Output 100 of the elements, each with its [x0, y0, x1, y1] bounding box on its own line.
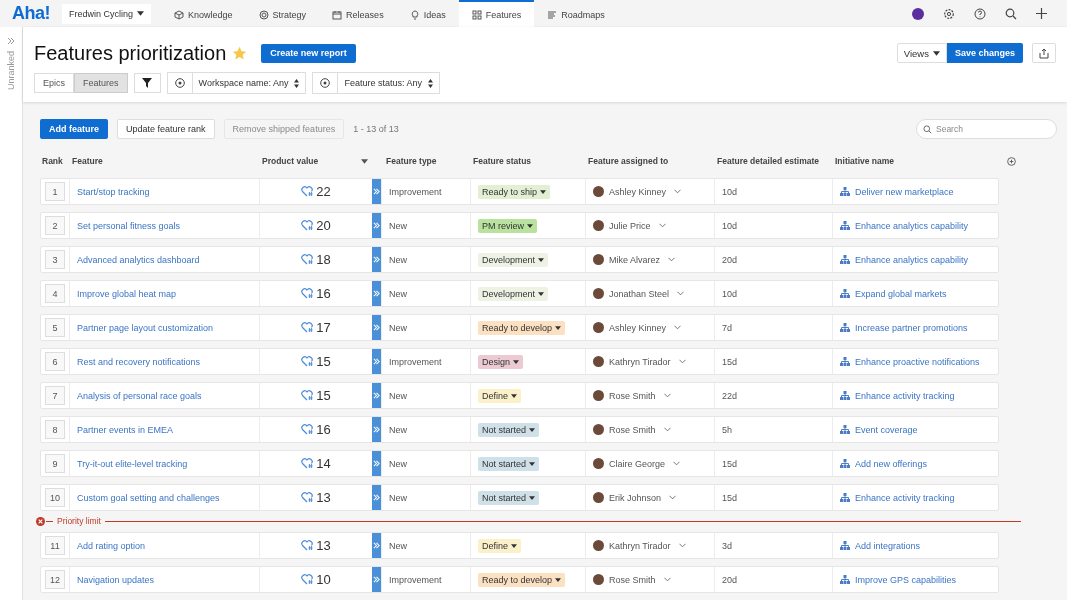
- expand-handle[interactable]: [372, 417, 381, 442]
- status-dropdown[interactable]: Design: [478, 354, 523, 369]
- status-dropdown[interactable]: Define: [478, 388, 521, 403]
- status-dropdown[interactable]: Define: [478, 538, 521, 553]
- expand-handle[interactable]: [372, 533, 381, 558]
- assignee-name[interactable]: Rose Smith: [609, 424, 656, 435]
- table-row[interactable]: 2 Set personal fitness goals 20 New PM review Julie Price 10d Enhance analytics capability: [40, 212, 999, 239]
- nav-tab[interactable]: Knowledge: [161, 0, 246, 27]
- help-icon[interactable]: [974, 7, 986, 20]
- segment-tab[interactable]: Features: [74, 73, 128, 93]
- filter-dropdown[interactable]: Feature status: Any: [312, 72, 440, 94]
- initiative-link[interactable]: Expand global markets: [855, 288, 947, 299]
- assignee-name[interactable]: Kathryn Tirador: [609, 356, 671, 367]
- nav-tab[interactable]: Strategy: [245, 0, 320, 27]
- status-dropdown[interactable]: Not started: [478, 456, 540, 471]
- assignee-name[interactable]: Julie Price: [609, 220, 651, 231]
- nav-tab[interactable]: Roadmaps: [534, 0, 618, 27]
- chevron-down-icon[interactable]: [674, 325, 682, 330]
- chevron-down-icon[interactable]: [663, 427, 671, 432]
- assignee-name[interactable]: Rose Smith: [609, 574, 656, 585]
- search-icon[interactable]: [1005, 7, 1017, 20]
- table-row[interactable]: 4 Improve global heat map 16 New Development Jonathan Steel 10d Expand global markets: [40, 280, 999, 307]
- assignee-name[interactable]: Ashley Kinney: [609, 322, 667, 333]
- share-button[interactable]: [1032, 43, 1056, 63]
- assignee-name[interactable]: Rose Smith: [609, 390, 656, 401]
- initiative-link[interactable]: Enhance analytics capability: [855, 220, 969, 231]
- feature-link[interactable]: Navigation updates: [77, 574, 155, 585]
- nav-tab[interactable]: Releases: [319, 0, 397, 27]
- settings-icon[interactable]: [943, 7, 955, 20]
- column-header[interactable]: Feature status: [469, 156, 584, 166]
- feature-link[interactable]: Improve global heat map: [77, 288, 177, 299]
- expand-handle[interactable]: [372, 315, 381, 340]
- save-button[interactable]: Save changes: [946, 43, 1023, 63]
- filter-button[interactable]: [133, 73, 161, 93]
- initiative-link[interactable]: Increase partner promotions: [855, 322, 968, 333]
- initiative-link[interactable]: Enhance analytics capability: [855, 254, 969, 265]
- table-row[interactable]: 6 Rest and recovery notifications 15 Improvement Design Kathryn Tirador 15d Enhance proactive notifications: [40, 348, 999, 375]
- expand-handle[interactable]: [372, 213, 381, 238]
- add-column-icon[interactable]: [1007, 156, 1016, 166]
- clear-icon[interactable]: [174, 78, 185, 88]
- logo[interactable]: Aha!: [12, 3, 50, 24]
- assignee-name[interactable]: Mike Alvarez: [609, 254, 661, 265]
- nav-tab[interactable]: Ideas: [396, 0, 459, 27]
- remove-limit-icon[interactable]: [36, 516, 45, 526]
- initiative-link[interactable]: Add integrations: [855, 540, 921, 551]
- table-row[interactable]: 10 Custom goal setting and challenges 13 New Not started Erik Johnson 15d Enhance activity tracking: [40, 484, 999, 511]
- feature-link[interactable]: Partner events in EMEA: [77, 424, 174, 435]
- assignee-name[interactable]: Jonathan Steel: [609, 288, 670, 299]
- table-row[interactable]: 12 Navigation updates 10 Improvement Ready to develop Rose Smith 20d Improve GPS capabilities: [40, 566, 999, 593]
- status-dropdown[interactable]: Ready to develop: [478, 320, 566, 335]
- status-dropdown[interactable]: PM review: [478, 218, 537, 233]
- status-dropdown[interactable]: Development: [478, 252, 549, 267]
- chevron-down-icon[interactable]: [673, 461, 681, 466]
- feature-link[interactable]: Analysis of personal race goals: [77, 390, 202, 401]
- table-row[interactable]: 3 Advanced analytics dashboard 18 New Development Mike Alvarez 20d Enhance analytics capability: [40, 246, 999, 273]
- assignee-name[interactable]: Kathryn Tirador: [609, 540, 671, 551]
- assignee-name[interactable]: Ashley Kinney: [609, 186, 667, 197]
- status-dropdown[interactable]: Development: [478, 286, 549, 301]
- feature-link[interactable]: Try-it-out elite-level tracking: [77, 458, 188, 469]
- chevron-down-icon[interactable]: [663, 577, 671, 582]
- status-dropdown[interactable]: Not started: [478, 490, 540, 505]
- chevron-down-icon[interactable]: [678, 359, 686, 364]
- workspace-dropdown[interactable]: Fredwin Cycling: [62, 3, 152, 24]
- table-row[interactable]: 1 Start/stop tracking 22 Improvement Ready to ship Ashley Kinney 10d Deliver new marketplace: [40, 178, 999, 205]
- chevron-down-icon[interactable]: [678, 543, 686, 548]
- assignee-name[interactable]: Erik Johnson: [609, 492, 662, 503]
- feature-link[interactable]: Set personal fitness goals: [77, 220, 181, 231]
- filter-dropdown[interactable]: Workspace name: Any: [166, 72, 307, 94]
- initiative-link[interactable]: Improve GPS capabilities: [855, 574, 957, 585]
- expand-handle[interactable]: [372, 349, 381, 374]
- add-icon[interactable]: [1036, 8, 1047, 19]
- create-report-button[interactable]: Create new report: [261, 43, 356, 63]
- feature-link[interactable]: Rest and recovery notifications: [77, 356, 201, 367]
- update-rank-button[interactable]: Update feature rank: [117, 119, 215, 139]
- table-row[interactable]: 5 Partner page layout customization 17 New Ready to develop Ashley Kinney 7d Increase partner promotions: [40, 314, 999, 341]
- chevron-down-icon[interactable]: [677, 291, 685, 296]
- chevron-down-icon[interactable]: [658, 223, 666, 228]
- chevron-down-icon[interactable]: [674, 189, 682, 194]
- segment-tab[interactable]: Epics: [34, 73, 74, 93]
- status-dropdown[interactable]: Not started: [478, 422, 540, 437]
- feature-link[interactable]: Start/stop tracking: [77, 186, 150, 197]
- status-dropdown[interactable]: Ready to develop: [478, 572, 566, 587]
- chevron-down-icon[interactable]: [668, 257, 676, 262]
- views-dropdown[interactable]: Views: [896, 43, 947, 63]
- table-row[interactable]: 8 Partner events in EMEA 16 New Not started Rose Smith 5h Event coverage: [40, 416, 999, 443]
- chevron-down-icon[interactable]: [669, 495, 677, 500]
- feature-link[interactable]: Partner page layout customization: [77, 322, 214, 333]
- star-icon[interactable]: [232, 45, 248, 61]
- table-row[interactable]: 11 Add rating option 13 New Define Kathryn Tirador 3d Add integrations: [40, 532, 999, 559]
- double-chevron-icon[interactable]: [7, 37, 15, 45]
- clear-icon[interactable]: [320, 78, 331, 88]
- column-header[interactable]: Feature assigned to: [584, 156, 713, 166]
- search-field[interactable]: Search: [916, 119, 1057, 139]
- table-row[interactable]: 7 Analysis of personal race goals 15 New Define Rose Smith 22d Enhance activity tracking: [40, 382, 999, 409]
- chevron-down-icon[interactable]: [663, 393, 671, 398]
- expand-handle[interactable]: [372, 281, 381, 306]
- nav-tab[interactable]: Features: [458, 0, 535, 27]
- initiative-link[interactable]: Enhance activity tracking: [855, 390, 955, 401]
- column-header[interactable]: Feature type: [380, 156, 469, 166]
- avatar[interactable]: [912, 7, 924, 20]
